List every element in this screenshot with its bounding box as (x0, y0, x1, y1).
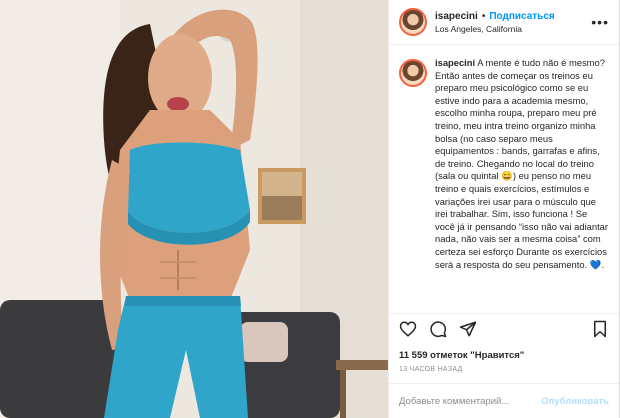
author-username[interactable]: isapecini (435, 11, 478, 22)
publish-button[interactable]: Опубликовать (541, 396, 609, 407)
author-avatar[interactable] (399, 8, 427, 36)
heart-icon[interactable] (399, 320, 417, 343)
bookmark-icon[interactable] (591, 320, 609, 343)
comment-input[interactable] (399, 395, 536, 407)
post-container: isapecini • Подписаться Los Angeles, Cal… (0, 0, 620, 418)
comment-icon[interactable] (429, 320, 447, 343)
caption-text: A mente é tudo não é mesmo? Então antes … (435, 57, 609, 270)
post-side-panel: isapecini • Подписаться Los Angeles, Cal… (388, 0, 619, 418)
likes-count[interactable]: 11 559 отметок "Нравится" (399, 350, 609, 361)
header-text: isapecini • Подписаться Los Angeles, Cal… (435, 11, 555, 34)
more-icon[interactable]: ••• (591, 14, 609, 30)
share-icon[interactable] (459, 320, 477, 343)
comments-area: isapecini A mente é tudo não é mesmo? En… (389, 45, 619, 313)
post-photo[interactable] (0, 0, 388, 418)
header-row: isapecini • Подписаться (435, 11, 555, 22)
post-timestamp[interactable]: 13 ЧАСОВ НАЗАД (399, 366, 609, 373)
caption-username[interactable]: isapecini (435, 57, 475, 68)
action-icons (399, 320, 609, 342)
header-separator: • (481, 10, 486, 22)
caption-avatar[interactable] (399, 59, 427, 87)
follow-button[interactable]: Подписаться (489, 11, 554, 22)
post-location[interactable]: Los Angeles, California (435, 24, 555, 34)
post-header: isapecini • Подписаться Los Angeles, Cal… (389, 0, 619, 45)
actions-area: 11 559 отметок "Нравится" 13 ЧАСОВ НАЗАД (389, 313, 619, 373)
add-comment-bar: Опубликовать (389, 383, 619, 418)
photo-illustration (0, 0, 388, 418)
post-caption: isapecini A mente é tudo não é mesmo? En… (435, 57, 609, 271)
